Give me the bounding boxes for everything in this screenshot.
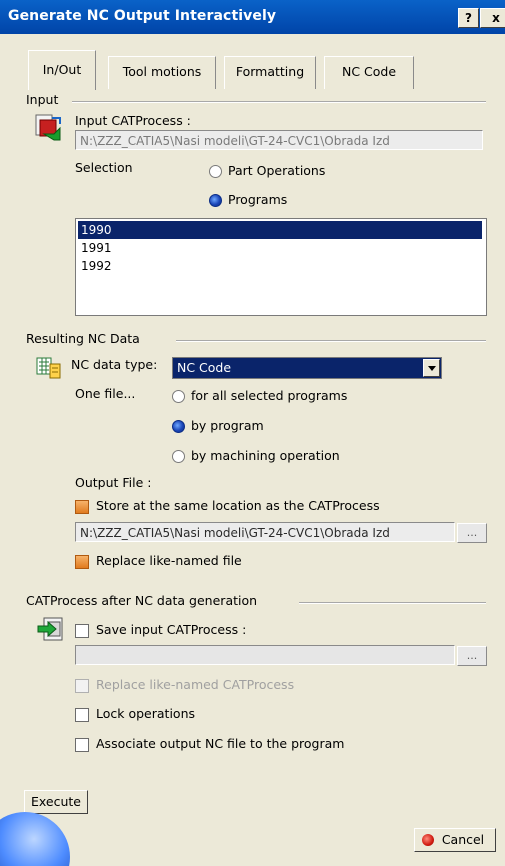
- part-operations-label: Part Operations: [228, 163, 326, 178]
- replace-file-checkbox[interactable]: [75, 555, 89, 569]
- all-selected-programs-label: for all selected programs: [191, 388, 348, 403]
- cancel-label: Cancel: [441, 832, 485, 847]
- store-same-location-checkbox[interactable]: [75, 500, 89, 514]
- associate-output-label: Associate output NC file to the program: [96, 736, 345, 751]
- close-button[interactable]: x: [480, 8, 505, 28]
- one-file-label: One file...: [75, 386, 136, 401]
- lock-operations-label: Lock operations: [96, 706, 196, 721]
- tab-nc-code[interactable]: NC Code: [324, 56, 414, 89]
- store-same-location-label: Store at the same location as the CATPro…: [96, 498, 380, 513]
- title-bar[interactable]: Generate NC Output Interactively ? x: [0, 0, 505, 34]
- after-group-line: [299, 602, 486, 604]
- replace-catprocess-label: Replace like-named CATProcess: [96, 677, 295, 692]
- nc-data-type-select[interactable]: NC Code: [172, 357, 442, 379]
- replace-catprocess-checkbox[interactable]: [75, 679, 89, 693]
- nc-data-icon: [36, 357, 61, 379]
- catprocess-icon: [35, 114, 61, 141]
- save-input-checkbox[interactable]: [75, 624, 89, 638]
- tab-tool-motions[interactable]: Tool motions: [108, 56, 216, 89]
- save-catprocess-icon: [37, 617, 63, 641]
- dialog-title: Generate NC Output Interactively: [8, 8, 277, 24]
- by-program-radio[interactable]: [172, 420, 185, 433]
- input-catprocess-label: Input CATProcess :: [75, 113, 191, 128]
- desktop-globe-decoration: [0, 812, 70, 866]
- programs-radio[interactable]: [209, 194, 222, 207]
- chevron-down-icon[interactable]: [423, 359, 440, 377]
- cancel-button[interactable]: Cancel: [414, 828, 496, 852]
- nc-data-type-value: NC Code: [177, 360, 232, 375]
- list-item[interactable]: 1992: [78, 257, 482, 275]
- by-program-label: by program: [191, 418, 264, 433]
- nc-data-group-line: [176, 340, 486, 342]
- save-input-label: Save input CATProcess :: [96, 622, 247, 637]
- tab-formatting[interactable]: Formatting: [224, 56, 316, 89]
- programs-label: Programs: [228, 192, 288, 207]
- programs-list[interactable]: 1990 1991 1992: [75, 218, 487, 316]
- input-group-line: [72, 101, 486, 103]
- all-selected-programs-radio[interactable]: [172, 390, 185, 403]
- execute-button[interactable]: Execute: [24, 790, 88, 814]
- input-group-label: Input: [26, 92, 59, 107]
- by-machining-operation-radio[interactable]: [172, 450, 185, 463]
- dialog-window: Generate NC Output Interactively ? x In/…: [0, 0, 505, 866]
- after-group-label: CATProcess after NC data generation: [26, 593, 258, 608]
- replace-file-label: Replace like-named file: [96, 553, 242, 568]
- by-machining-operation-label: by machining operation: [191, 448, 340, 463]
- save-path-field[interactable]: [75, 645, 455, 665]
- cancel-icon: [422, 834, 434, 846]
- nc-data-group-label: Resulting NC Data: [26, 331, 140, 346]
- lock-operations-checkbox[interactable]: [75, 708, 89, 722]
- output-file-label: Output File :: [75, 475, 152, 490]
- associate-output-checkbox[interactable]: [75, 738, 89, 752]
- output-browse-button[interactable]: ...: [457, 523, 487, 543]
- output-file-path-field[interactable]: N:\ZZZ_CATIA5\Nasi modeli\GT-24-CVC1\Obr…: [75, 522, 455, 542]
- list-item[interactable]: 1991: [78, 239, 482, 257]
- input-catprocess-field[interactable]: N:\ZZZ_CATIA5\Nasi modeli\GT-24-CVC1\Obr…: [75, 130, 483, 150]
- help-button[interactable]: ?: [458, 8, 479, 28]
- selection-label: Selection: [75, 160, 133, 175]
- list-item[interactable]: 1990: [78, 221, 482, 239]
- part-operations-radio[interactable]: [209, 165, 222, 178]
- nc-data-type-label: NC data type:: [71, 357, 158, 372]
- tab-in-out[interactable]: In/Out: [28, 50, 96, 90]
- save-browse-button[interactable]: ...: [457, 646, 487, 666]
